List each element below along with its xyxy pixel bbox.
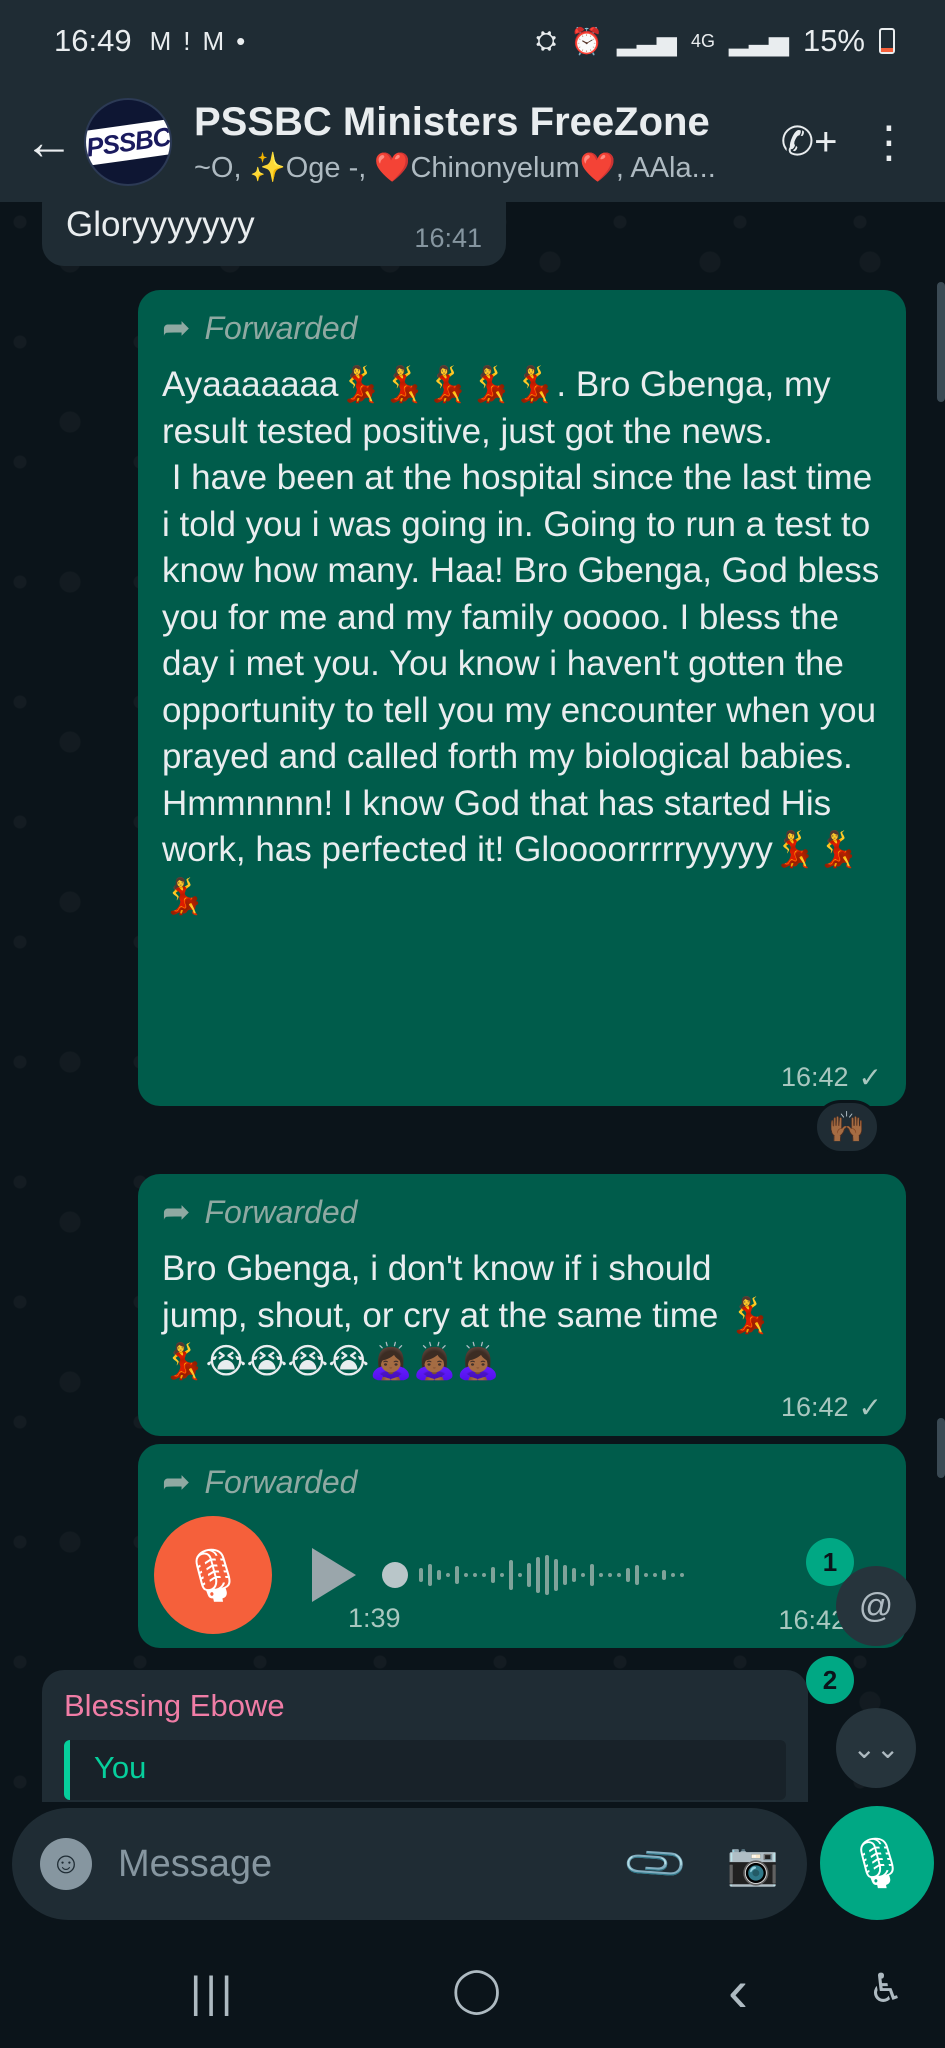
group-avatar[interactable]: PSSBC	[84, 98, 172, 186]
quoted-message[interactable]: You	[64, 1740, 786, 1800]
gmail-icon: M	[149, 25, 172, 56]
unread-message-count: 2	[806, 1656, 854, 1704]
alert-icon: !	[183, 25, 191, 56]
voice-player: 🎙	[154, 1516, 882, 1634]
mention-icon[interactable]: @	[836, 1566, 916, 1646]
message-bubble-outgoing[interactable]: ➦ Forwarded Ayaaaaaaa💃💃💃💃💃. Bro Gbenga, …	[138, 290, 906, 1106]
sent-check-icon: ✓	[858, 1392, 882, 1423]
message-time: 16:42	[780, 1392, 849, 1422]
notification-icons: M ! M •	[150, 26, 246, 57]
chat-title-block[interactable]: PSSBC Ministers FreeZone ~O, ✨Oge -, ❤️C…	[194, 100, 754, 185]
playback-scrubber[interactable]	[382, 1562, 408, 1588]
data-saver-icon: ⛭	[535, 25, 557, 55]
message-composer: ☺ 📎 📷	[12, 1808, 807, 1920]
forward-arrow-icon: ➦	[162, 1463, 191, 1501]
message-meta: 16:41	[414, 223, 482, 254]
system-icons: ⛭ ⏰ ▂▃▅ 4G ▂▃▅ 15%	[536, 23, 895, 59]
status-time: 16:49	[54, 23, 132, 58]
forward-arrow-icon: ➦	[162, 1193, 191, 1231]
reply-sender-name: Blessing Ebowe	[64, 1688, 285, 1723]
mic-icon: 🎙	[845, 1834, 909, 1891]
scrollbar-thumb[interactable]	[937, 1418, 945, 1478]
status-bar: 16:49 M ! M • ⛭ ⏰ ▂▃▅ 4G ▂▃▅ 15%	[0, 0, 945, 82]
message-time: 16:41	[414, 223, 482, 253]
message-time: 16:42	[780, 1062, 849, 1092]
voice-mic-icon: 🎙	[154, 1516, 272, 1634]
message-meta: 16:42 ✓	[781, 1061, 882, 1094]
voice-message-bubble[interactable]: ➦ Forwarded 🎙 1:39 16:42	[138, 1444, 906, 1648]
forward-arrow-icon: ➦	[162, 309, 191, 347]
back-nav-icon[interactable]: ‹	[728, 1956, 748, 2025]
top-bar: 16:49 M ! M • ⛭ ⏰ ▂▃▅ 4G ▂▃▅ 15% ← PSSBC…	[0, 0, 945, 202]
add-call-icon[interactable]: ✆+	[774, 119, 844, 165]
accessibility-icon[interactable]: ♿	[868, 1966, 904, 2012]
recents-icon[interactable]: |||	[190, 1968, 236, 2018]
message-bubble-incoming[interactable]: Gloryyyyyyy 16:41	[42, 202, 506, 266]
reaction-badge[interactable]: 🙌🏾	[814, 1100, 880, 1154]
message-text: Bro Gbenga, i don't know if i should jum…	[162, 1249, 772, 1381]
gmail-icon: M	[202, 25, 225, 56]
group-title: PSSBC Ministers FreeZone	[194, 99, 710, 144]
emoji-icon[interactable]: ☺	[40, 1838, 92, 1890]
message-text: Ayaaaaaaa💃💃💃💃💃. Bro Gbenga, my result te…	[162, 365, 880, 916]
chat-area[interactable]: Gloryyyyyyy 16:41 ➦ Forwarded Ayaaaaaaa💃…	[0, 202, 945, 1802]
voice-duration: 1:39	[348, 1603, 401, 1633]
audio-waveform[interactable]	[382, 1545, 684, 1605]
avatar-logo-text: PSSBC	[86, 118, 170, 166]
chat-header: ← PSSBC PSSBC Ministers FreeZone ~O, ✨Og…	[0, 82, 945, 202]
scrollbar[interactable]	[937, 282, 945, 402]
home-icon[interactable]: ◯	[452, 1964, 501, 2015]
sent-check-icon: ✓	[858, 1062, 882, 1093]
system-nav-bar: ||| ◯ ‹ ♿	[0, 1940, 945, 2048]
scroll-down-icon[interactable]: ⌄⌄	[836, 1708, 916, 1788]
reply-preview[interactable]: Blessing Ebowe You	[42, 1670, 808, 1802]
forwarded-label: ➦ Forwarded	[162, 309, 358, 347]
forwarded-label: ➦ Forwarded	[162, 1193, 358, 1231]
play-icon[interactable]	[312, 1548, 356, 1602]
signal-icon: ▂▃▅	[728, 25, 789, 56]
message-bubble-outgoing[interactable]: ➦ Forwarded Bro Gbenga, i don't know if …	[138, 1174, 906, 1436]
battery-icon	[879, 28, 895, 54]
group-members: ~O, ✨Oge -, ❤️Chinonyelum❤️, AAla...	[194, 151, 716, 184]
message-input[interactable]	[118, 1842, 631, 1886]
voice-record-button[interactable]: 🎙	[820, 1806, 934, 1920]
camera-icon[interactable]: 📷	[727, 1840, 779, 1889]
signal-icon: ▂▃▅	[616, 25, 677, 56]
forwarded-label: ➦ Forwarded	[162, 1463, 358, 1501]
more-notifications-icon: •	[236, 25, 246, 56]
attach-icon[interactable]: 📎	[621, 1828, 693, 1900]
quoted-author: You	[94, 1750, 147, 1785]
back-arrow-icon[interactable]: ←	[14, 113, 84, 171]
network-type-label: 4G	[690, 30, 715, 51]
message-meta: 16:42 ✓	[781, 1391, 882, 1424]
more-options-icon[interactable]: ⋮	[854, 117, 924, 168]
alarm-icon: ⏰	[570, 25, 603, 56]
battery-level: 15%	[802, 23, 865, 58]
